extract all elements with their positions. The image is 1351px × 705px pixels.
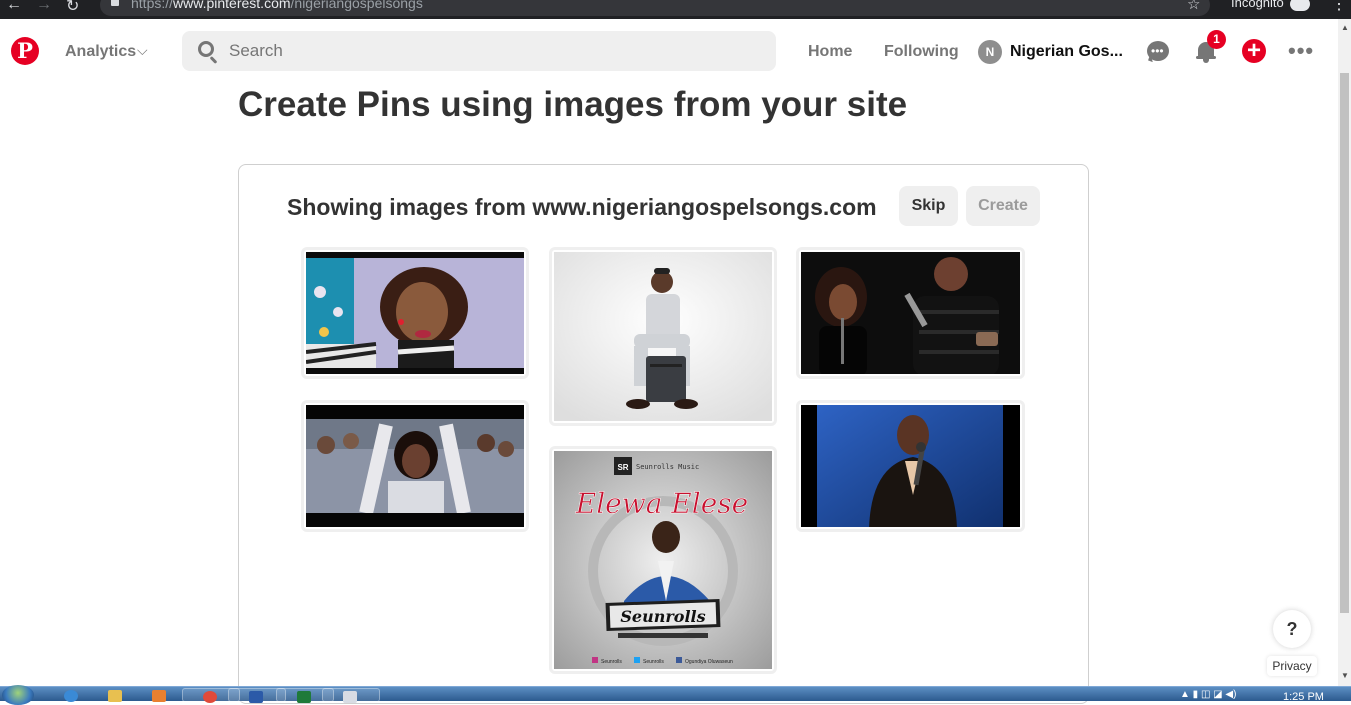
- notification-badge: 1: [1207, 30, 1226, 49]
- scroll-down-icon[interactable]: ▼: [1341, 671, 1349, 680]
- nav-home[interactable]: Home: [808, 43, 852, 61]
- bookmark-star-icon[interactable]: ☆: [1187, 0, 1200, 13]
- more-icon[interactable]: •••: [1288, 38, 1314, 64]
- pin-image: SR Seunrolls Music Elewa Elese Seunrolls…: [554, 451, 772, 669]
- analytics-menu[interactable]: Analytics: [65, 43, 136, 61]
- browser-menu-icon[interactable]: ⋮: [1331, 0, 1347, 14]
- back-icon[interactable]: ←: [6, 0, 22, 14]
- album-social-instagram: Seunrolls: [601, 659, 622, 665]
- album-label: Seunrolls Music: [636, 463, 699, 471]
- start-orb-icon[interactable]: [2, 685, 34, 705]
- avatar[interactable]: N: [978, 40, 1002, 64]
- browser-toolbar: ← → ↻ https://www.pinterest.com/nigerian…: [0, 0, 1351, 19]
- taskbar-clock[interactable]: 1:25 PM: [1283, 691, 1324, 703]
- pin-image: [306, 405, 524, 527]
- image-tile[interactable]: [301, 400, 529, 532]
- page-scrollbar[interactable]: ▲ ▼: [1338, 19, 1351, 686]
- incognito-label: Incognito: [1231, 0, 1284, 10]
- scroll-thumb[interactable]: [1340, 73, 1349, 613]
- plus-icon[interactable]: +: [1242, 39, 1266, 63]
- help-button[interactable]: ?: [1273, 610, 1311, 648]
- privacy-link[interactable]: Privacy: [1267, 656, 1317, 676]
- image-tile[interactable]: SR Seunrolls Music Elewa Elese Seunrolls…: [549, 446, 777, 674]
- system-tray-icons[interactable]: ▲ ▮ ◫ ◪ ◀): [1180, 689, 1236, 700]
- url-scheme: https://: [131, 0, 174, 11]
- album-artist: Seunrolls: [620, 607, 705, 626]
- search-icon: [198, 41, 214, 57]
- pin-image: [306, 252, 524, 374]
- notepad-taskbar-icon[interactable]: [322, 688, 380, 703]
- image-tile[interactable]: [796, 247, 1025, 379]
- nav-following[interactable]: Following: [884, 43, 959, 61]
- pin-image: [801, 252, 1020, 374]
- album-title: Elewa Elese: [575, 487, 748, 520]
- url-text[interactable]: https://www.pinterest.com/nigeriangospel…: [131, 0, 423, 11]
- search-input[interactable]: [229, 31, 749, 71]
- reload-icon[interactable]: ↻: [66, 0, 79, 16]
- pinterest-logo-icon[interactable]: P: [11, 37, 39, 65]
- lock-icon: [111, 0, 119, 6]
- search-bar[interactable]: [182, 31, 776, 71]
- album-logo-mark: SR: [617, 463, 628, 472]
- image-tile[interactable]: [549, 247, 777, 426]
- skip-button[interactable]: Skip: [899, 186, 958, 226]
- image-tile[interactable]: [301, 247, 529, 379]
- scroll-up-icon[interactable]: ▲: [1341, 23, 1349, 32]
- showing-images-heading: Showing images from www.nigeriangospelso…: [287, 194, 877, 220]
- album-social-twitter: Seunrolls: [643, 659, 664, 665]
- incognito-icon[interactable]: [1290, 0, 1310, 11]
- profile-name[interactable]: Nigerian Gos...: [1010, 43, 1123, 61]
- page-title: Create Pins using images from your site: [238, 85, 908, 124]
- os-taskbar: ▲ ▮ ◫ ◪ ◀) 1:25 PM: [0, 685, 1351, 705]
- pin-image: [801, 405, 1020, 527]
- url-host: www.pinterest.com: [173, 0, 291, 11]
- site-header: P Analytics ⌵ Home Following N Nigerian …: [0, 19, 1338, 85]
- create-button[interactable]: Create: [966, 186, 1040, 226]
- image-tile[interactable]: [796, 400, 1025, 532]
- album-social-facebook: Ogundiya Oluwaseun: [685, 659, 733, 665]
- forward-icon[interactable]: →: [36, 0, 52, 14]
- chevron-down-icon[interactable]: ⌵: [137, 42, 148, 59]
- pin-image: [554, 252, 772, 421]
- url-path: /nigeriangospelsongs: [290, 0, 423, 11]
- messages-icon[interactable]: •••: [1147, 41, 1169, 61]
